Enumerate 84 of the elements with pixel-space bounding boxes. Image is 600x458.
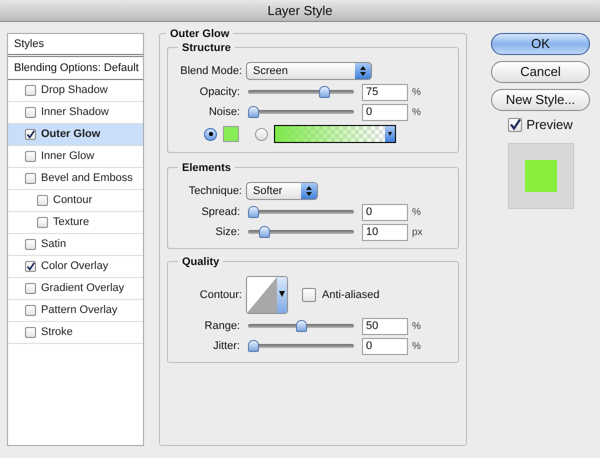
blend-mode-label: Blend Mode: bbox=[179, 64, 243, 79]
stepper-icon bbox=[355, 63, 371, 79]
ok-button[interactable]: OK bbox=[491, 33, 590, 55]
slider[interactable] bbox=[248, 226, 354, 238]
unit-label: px bbox=[412, 226, 423, 240]
unit-label: % bbox=[412, 206, 421, 220]
title-bar: Layer Style bbox=[0, 0, 600, 22]
preview-swatch bbox=[524, 160, 556, 192]
value-field[interactable]: 0 bbox=[362, 104, 408, 120]
anti-aliased-label: Anti-aliased bbox=[322, 288, 380, 303]
color-swatch[interactable] bbox=[223, 126, 239, 142]
checkbox[interactable] bbox=[25, 151, 36, 162]
style-label: Drop Shadow bbox=[41, 83, 108, 98]
slider-thumb[interactable] bbox=[248, 106, 259, 118]
contour-label: Contour: bbox=[198, 288, 243, 303]
checkbox[interactable] bbox=[508, 118, 522, 132]
slider-label: Spread: bbox=[200, 204, 241, 220]
value-field[interactable]: 75 bbox=[362, 84, 408, 100]
style-label: Bevel and Emboss bbox=[41, 171, 133, 186]
style-label: Gradient Overlay bbox=[41, 281, 124, 296]
slider-thumb[interactable] bbox=[319, 86, 330, 98]
dialog-button[interactable]: New Style... bbox=[491, 89, 590, 111]
preview-label: Preview bbox=[526, 116, 573, 134]
checkbox[interactable] bbox=[25, 173, 36, 184]
style-label: Contour bbox=[53, 193, 92, 208]
unit-label: % bbox=[412, 340, 421, 354]
slider-label: Jitter: bbox=[212, 338, 241, 354]
style-label: Stroke bbox=[41, 325, 73, 340]
slider-thumb[interactable] bbox=[259, 226, 270, 238]
slider-label: Range: bbox=[204, 318, 241, 334]
group-title: Quality bbox=[178, 254, 224, 270]
checkbox[interactable] bbox=[37, 195, 48, 206]
value-field[interactable]: 10 bbox=[362, 224, 408, 240]
style-label: Inner Glow bbox=[41, 149, 94, 164]
slider-thumb[interactable] bbox=[296, 320, 306, 332]
dropdown[interactable]: Softer bbox=[246, 182, 318, 200]
value-field[interactable]: 50 bbox=[362, 318, 408, 334]
checkbox[interactable] bbox=[25, 261, 36, 272]
caret-icon bbox=[277, 277, 287, 313]
contour-picker[interactable] bbox=[246, 276, 288, 314]
stepper-icon bbox=[301, 183, 317, 199]
slider[interactable] bbox=[248, 86, 354, 98]
style-label: Color Overlay bbox=[41, 259, 108, 274]
checkbox[interactable] bbox=[25, 305, 36, 316]
slider-label: Opacity: bbox=[198, 84, 241, 100]
styles-header: Styles bbox=[8, 34, 143, 57]
caret-icon bbox=[385, 126, 395, 142]
slider-label: Size: bbox=[214, 224, 241, 240]
style-label: Pattern Overlay bbox=[41, 303, 118, 318]
radio-button[interactable] bbox=[204, 128, 217, 140]
unit-label: % bbox=[412, 86, 421, 100]
checkbox[interactable] bbox=[25, 283, 36, 294]
dialog-button[interactable]: Cancel bbox=[491, 61, 590, 83]
style-label: Texture bbox=[53, 215, 90, 230]
checkbox[interactable] bbox=[25, 107, 36, 118]
slider-thumb[interactable] bbox=[248, 206, 259, 218]
slider[interactable] bbox=[248, 340, 354, 352]
dropdown[interactable]: Screen bbox=[246, 62, 372, 80]
radio-button[interactable] bbox=[255, 128, 268, 140]
slider-label: Noise: bbox=[208, 104, 241, 120]
style-label: Inner Shadow bbox=[41, 105, 109, 120]
value-field[interactable]: 0 bbox=[362, 204, 408, 220]
value-field[interactable]: 0 bbox=[362, 338, 408, 354]
contour-curve-icon bbox=[247, 277, 277, 313]
slider[interactable] bbox=[248, 106, 354, 118]
slider-thumb[interactable] bbox=[248, 340, 259, 352]
checkbox[interactable] bbox=[25, 327, 36, 338]
slider[interactable] bbox=[248, 206, 354, 218]
checkmark-icon bbox=[26, 129, 35, 140]
checkbox[interactable] bbox=[37, 217, 48, 228]
technique-label: Technique: bbox=[188, 184, 243, 199]
checkbox[interactable] bbox=[25, 129, 36, 140]
checkbox[interactable] bbox=[25, 85, 36, 96]
style-label: Satin bbox=[41, 237, 66, 252]
unit-label: % bbox=[412, 106, 421, 120]
checkbox[interactable] bbox=[302, 288, 316, 302]
slider[interactable] bbox=[248, 320, 354, 332]
checkbox[interactable] bbox=[25, 239, 36, 250]
checkmark-icon bbox=[26, 261, 35, 272]
unit-label: % bbox=[412, 320, 421, 334]
style-label: Outer Glow bbox=[41, 127, 100, 142]
checkmark-icon bbox=[509, 118, 522, 132]
gradient-picker[interactable] bbox=[274, 125, 396, 143]
style-item[interactable]: Outer Glow bbox=[8, 124, 143, 146]
